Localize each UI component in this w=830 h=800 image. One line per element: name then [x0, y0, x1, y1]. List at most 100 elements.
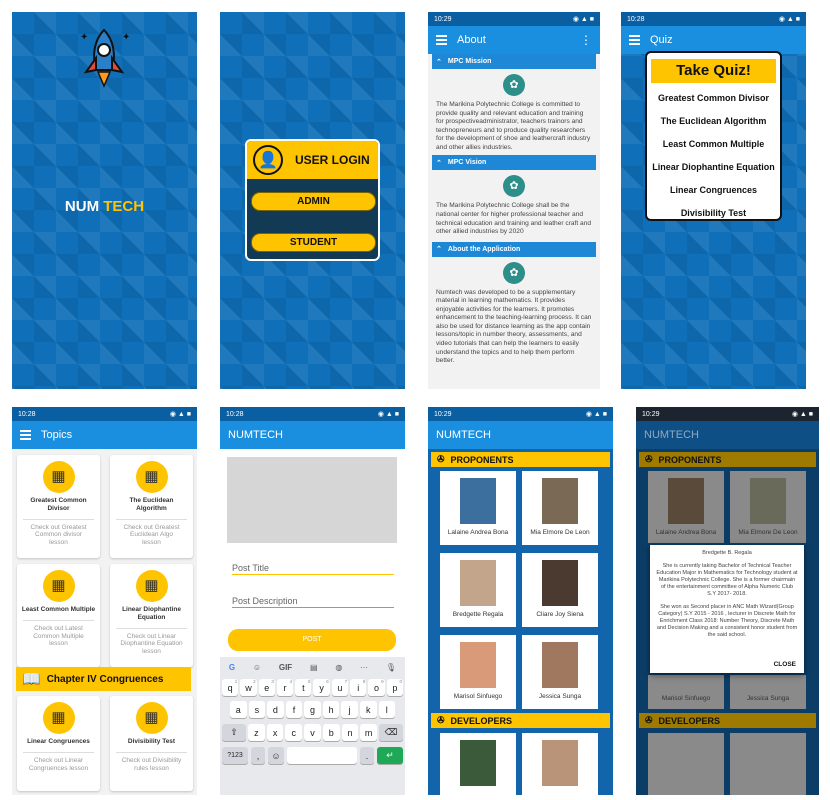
proponent-card[interactable]: Lalaine Andrea Bona [648, 471, 724, 543]
key-s[interactable]: s [248, 701, 266, 718]
space-key[interactable] [287, 747, 357, 764]
quiz-item[interactable]: Least Common Multiple [647, 133, 780, 156]
key-l[interactable]: l [378, 701, 396, 718]
key-b[interactable]: b [322, 724, 340, 741]
status-bar: 10:29 ◉ ▲ ■ [428, 12, 600, 26]
quiz-item[interactable]: Greatest Common Divisor [647, 87, 780, 110]
proponent-card[interactable]: Jessica Sunga [730, 675, 806, 709]
backspace-key[interactable]: ⌫ [379, 724, 403, 741]
key-e[interactable]: e3 [258, 679, 275, 696]
key-p[interactable]: p0 [386, 679, 403, 696]
topic-card[interactable]: ▦ Linear Congruences Check out Linear Cong… [17, 696, 100, 791]
group-icon: ✇ [645, 454, 653, 464]
symbols-key[interactable]: ?123 [222, 747, 248, 764]
shift-key[interactable]: ⇧ [222, 724, 246, 741]
quiz-card: Take Quiz! Greatest Common Divisor The Eu… [645, 51, 782, 221]
menu-icon[interactable] [629, 35, 640, 45]
key-h[interactable]: h [322, 701, 340, 718]
menu-icon[interactable] [20, 430, 31, 440]
post-title-field[interactable]: Post Title [232, 563, 394, 575]
proponent-card[interactable]: Jessica Sunga [522, 635, 598, 709]
proponent-card[interactable]: Marisol Sinfuego [648, 675, 724, 709]
proponent-card[interactable]: Marisol Sinfuego [440, 635, 516, 709]
more-icon[interactable]: ⋮ [580, 33, 592, 47]
more-icon[interactable]: ··· [360, 663, 368, 672]
app-bar: NUMTECH [428, 421, 613, 449]
key-c[interactable]: c [285, 724, 303, 741]
mission-header[interactable]: ⌃ MPC Mission [432, 54, 596, 69]
key-number-hint: 5 [307, 679, 311, 684]
topics-screen: 10:28 ◉ ▲ ■ Topics ▦ Greatest Common Divis… [12, 407, 197, 795]
image-placeholder[interactable] [227, 457, 397, 543]
admin-button[interactable]: ADMIN [251, 192, 376, 211]
quiz-item[interactable]: The Euclidean Algorithm [647, 110, 780, 133]
quiz-item[interactable]: Linear Congruences [647, 179, 780, 202]
key-m[interactable]: m [360, 724, 378, 741]
developer-card[interactable] [522, 733, 598, 795]
mic-icon[interactable]: 🎙 [386, 663, 396, 672]
proponent-card[interactable]: Lalaine Andrea Bona [440, 471, 516, 545]
key-v[interactable]: v [304, 724, 321, 741]
key-d[interactable]: d [267, 701, 284, 718]
key-y[interactable]: y6 [313, 679, 330, 696]
topic-card[interactable]: ▦ Least Common Multiple Check out Latest C… [17, 564, 100, 667]
key-j[interactable]: j [341, 701, 358, 718]
key-u[interactable]: u7 [331, 679, 349, 696]
key-k[interactable]: k [359, 701, 377, 718]
topic-title: Divisibility Test [127, 738, 176, 745]
status-time: 10:29 [434, 410, 452, 418]
key-w[interactable]: w2 [240, 679, 257, 696]
status-time: 10:29 [642, 410, 660, 418]
clipboard-icon[interactable]: ▤ [310, 663, 318, 672]
user-icon: 👤 [253, 145, 283, 175]
quiz-item[interactable]: Divisibility Test [647, 202, 780, 219]
developer-photo [460, 740, 496, 786]
app-header[interactable]: ⌃ About the Application [432, 241, 596, 257]
post-button[interactable]: POST [228, 629, 396, 651]
post-description-field[interactable]: Post Description [232, 596, 394, 608]
proponent-card[interactable]: Cliare Joy Siena [522, 553, 598, 627]
key-f[interactable]: f [285, 701, 303, 718]
status-icons: ◉ ▲ ■ [778, 16, 800, 23]
topic-card[interactable]: ▦ Linear Diophantine Equation Check out Li… [110, 564, 193, 667]
proponent-card[interactable]: Bredgette Regala [440, 553, 516, 627]
developer-card[interactable] [440, 733, 516, 795]
key-o[interactable]: o9 [368, 679, 385, 696]
proponent-name: Jessica Sunga [538, 693, 582, 700]
student-button[interactable]: STUDENT [251, 233, 376, 252]
vision-header[interactable]: ⌃ MPC Vision [432, 155, 596, 171]
topic-card[interactable]: ▦ The Euclidean Algorithm Check out Greate… [110, 455, 193, 558]
menu-icon[interactable] [436, 35, 447, 45]
proponent-card[interactable]: Mia Elmore De Leon [522, 471, 598, 545]
key-q[interactable]: q1 [222, 679, 239, 696]
topic-card[interactable]: ▦ Divisibility Test Check out Divisibility… [110, 696, 193, 791]
post-screen: 10:28 ◉ ▲ ■ NUMTECH Post Title Post Descr… [220, 407, 405, 795]
key-i[interactable]: i8 [350, 679, 367, 696]
key-z[interactable]: z [248, 724, 265, 741]
quiz-item[interactable]: Linear Diophantine Equation [647, 156, 780, 179]
proponent-card[interactable]: Mia Elmore De Leon [730, 471, 806, 543]
key-n[interactable]: n [341, 724, 359, 741]
google-icon[interactable]: G [229, 663, 235, 672]
svg-text:✦: ✦ [80, 32, 88, 43]
gif-button[interactable]: GIF [279, 663, 292, 672]
emoji-key[interactable]: ☺ [268, 747, 284, 764]
period-key[interactable]: . [360, 747, 374, 764]
group-icon: ✇ [437, 454, 445, 464]
comma-key[interactable]: , [251, 747, 265, 764]
palette-icon[interactable]: ◍ [335, 663, 342, 672]
status-bar: 10:28 ◉ ▲ ■ [621, 12, 806, 26]
close-button[interactable]: CLOSE [774, 661, 796, 669]
proponent-photo [542, 642, 578, 688]
enter-key[interactable]: ↵ [377, 747, 403, 764]
key-r[interactable]: r4 [276, 679, 294, 696]
key-a[interactable]: a [230, 701, 247, 718]
topic-card[interactable]: ▦ Greatest Common Divisor Check out Greate… [17, 455, 100, 558]
developer-card[interactable] [648, 733, 724, 795]
lesson-icon: ▦ [42, 570, 75, 602]
key-x[interactable]: x [266, 724, 284, 741]
sticker-icon[interactable]: ☺ [253, 663, 261, 672]
key-t[interactable]: t5 [295, 679, 312, 696]
developer-card[interactable] [730, 733, 806, 795]
key-g[interactable]: g [304, 701, 321, 718]
